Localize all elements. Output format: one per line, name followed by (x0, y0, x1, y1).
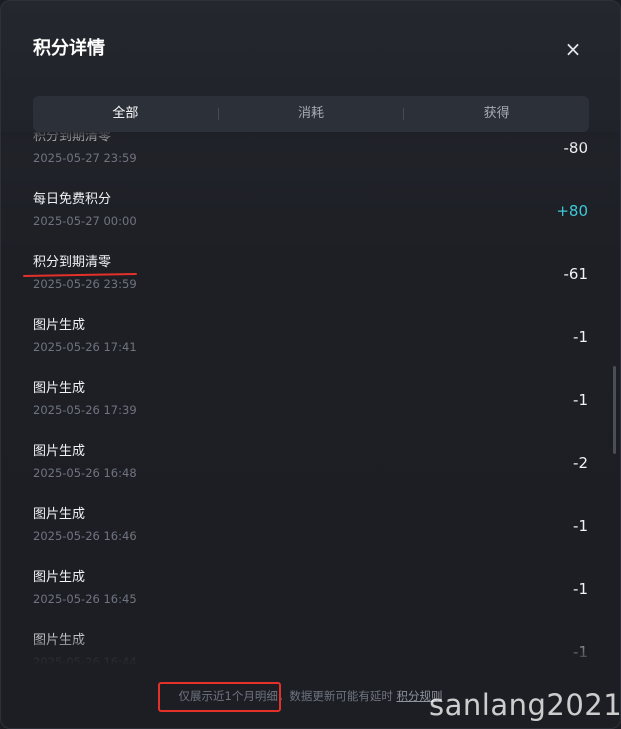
list-item: 图片生成 2025-05-26 16:48 -2 (1, 435, 620, 498)
record-name: 图片生成 (33, 507, 86, 522)
record-time: 2025-05-26 17:41 (33, 340, 137, 354)
list-item: 图片生成 2025-05-26 16:45 -1 (1, 561, 620, 624)
record-name: 图片生成 (33, 633, 86, 648)
record-amount: -1 (573, 643, 588, 661)
record-name: 积分到期清零 (33, 255, 112, 270)
list-item: 图片生成 2025-05-26 16:44 -1 (1, 624, 620, 666)
record-name: 每日免费积分 (33, 192, 112, 207)
records-list-content: 积分到期清零 2025-05-27 23:59 -80 每日免费积分 2025-… (1, 132, 620, 666)
record-name: 积分到期清零 (33, 132, 112, 144)
record-amount: -1 (573, 328, 588, 346)
record-amount: -61 (563, 265, 589, 283)
list-item: 图片生成 2025-05-26 17:41 -1 (1, 309, 620, 372)
record-amount: -80 (563, 139, 589, 157)
record-amount: -1 (573, 517, 588, 535)
filter-tabs: 全部 消耗 获得 (33, 96, 589, 132)
points-detail-modal: 积分详情 × 全部 消耗 获得 积分到期清零 2025-05-27 23:59 … (0, 0, 621, 729)
tab-earn[interactable]: 获得 (404, 96, 589, 132)
record-name: 图片生成 (33, 318, 86, 333)
record-amount: +80 (556, 202, 588, 220)
records-list[interactable]: 积分到期清零 2025-05-27 23:59 -80 每日免费积分 2025-… (1, 132, 620, 666)
annotation-box (158, 682, 281, 712)
list-item: 积分到期清零 2025-05-26 23:59 -61 (1, 246, 620, 309)
record-name: 图片生成 (33, 570, 86, 585)
record-amount: -1 (573, 580, 588, 598)
record-time: 2025-05-26 23:59 (33, 277, 137, 291)
list-item: 图片生成 2025-05-26 16:46 -1 (1, 498, 620, 561)
modal-title: 积分详情 (33, 38, 105, 59)
tab-consume[interactable]: 消耗 (219, 96, 404, 132)
record-time: 2025-05-26 16:48 (33, 466, 137, 480)
record-time: 2025-05-26 16:46 (33, 529, 137, 543)
record-time: 2025-05-26 16:44 (33, 655, 137, 666)
list-item: 每日免费积分 2025-05-27 00:00 +80 (1, 183, 620, 246)
record-time: 2025-05-27 23:59 (33, 151, 137, 165)
close-icon[interactable]: × (561, 37, 585, 61)
record-name: 图片生成 (33, 444, 86, 459)
tab-all[interactable]: 全部 (33, 96, 218, 132)
record-amount: -1 (573, 391, 588, 409)
record-time: 2025-05-26 17:39 (33, 403, 137, 417)
scrollbar-thumb[interactable] (613, 366, 616, 454)
record-time: 2025-05-27 00:00 (33, 214, 137, 228)
record-time: 2025-05-26 16:45 (33, 592, 137, 606)
list-item: 图片生成 2025-05-26 17:39 -1 (1, 372, 620, 435)
record-amount: -2 (573, 454, 588, 472)
watermark: sanlang2021 (429, 688, 621, 722)
record-name: 图片生成 (33, 381, 86, 396)
list-item: 积分到期清零 2025-05-27 23:59 -80 (1, 132, 620, 183)
